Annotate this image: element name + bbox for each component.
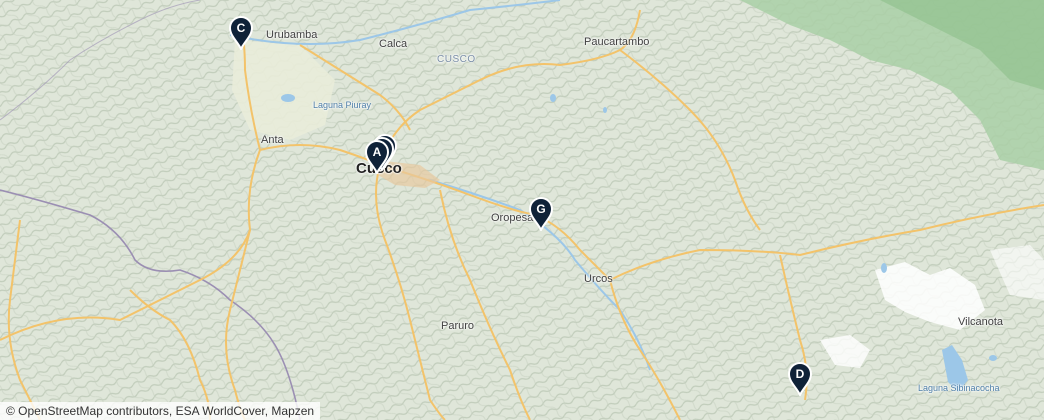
marker-label: A (372, 145, 382, 159)
place-label-oropesa: Oropesa (491, 212, 534, 224)
place-label-urubamba: Urubamba (266, 29, 318, 41)
marker-label: D (795, 367, 805, 381)
lake-piuray (281, 94, 295, 102)
place-label-paruro: Paruro (441, 320, 475, 332)
map-attribution[interactable]: © OpenStreetMap contributors, ESA WorldC… (0, 402, 321, 420)
map-marker-d[interactable]: D (787, 362, 813, 396)
lake-label-piuray: Laguna Piuray (313, 100, 372, 110)
lake-label-sibinacocha: Laguna Sibinacocha (918, 383, 1000, 393)
map-marker-g[interactable]: G (528, 197, 554, 231)
map-view[interactable]: Urubamba Calca CUSCO Paucartambo Laguna … (0, 0, 1044, 420)
place-label-anta: Anta (261, 134, 284, 146)
region-label-cusco: CUSCO (437, 54, 476, 65)
place-label-vilcanota: Vilcanota (958, 316, 1004, 328)
map-marker-c[interactable]: C (228, 16, 254, 50)
marker-label: G (536, 202, 546, 216)
place-label-urcos: Urcos (584, 273, 613, 285)
map-base (0, 0, 1044, 420)
place-label-calca: Calca (379, 38, 408, 50)
map-marker-a[interactable]: A (364, 140, 390, 174)
place-label-paucartambo: Paucartambo (584, 36, 650, 48)
marker-label: C (236, 21, 246, 35)
